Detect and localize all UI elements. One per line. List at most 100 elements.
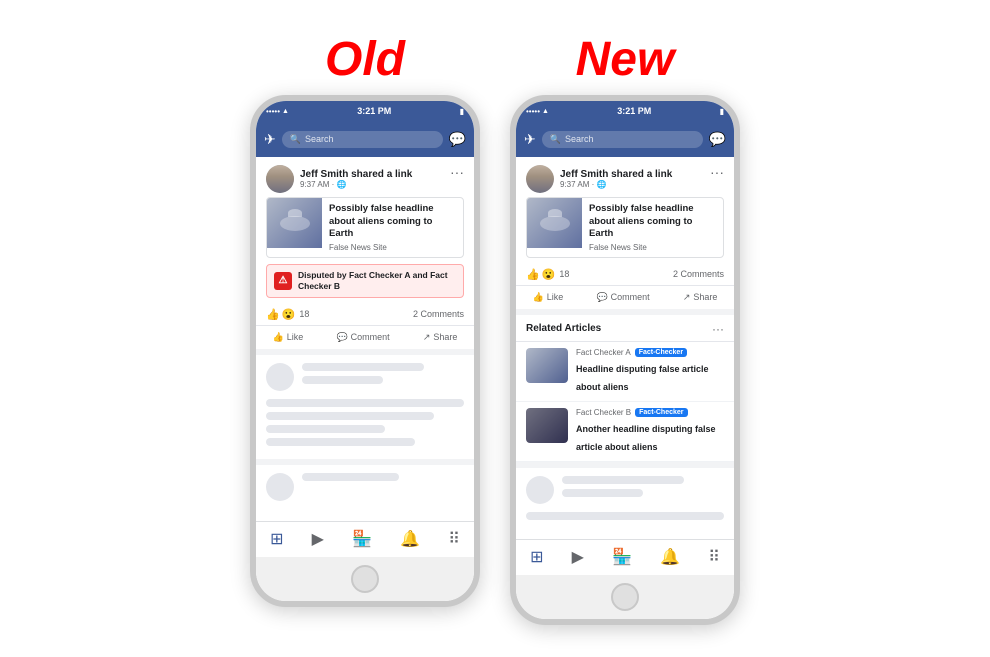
home-btn-area-old [256, 557, 474, 601]
signal-dots-new: ••••• [526, 107, 540, 116]
home-nav-icon-old[interactable]: ⊞ [270, 529, 283, 549]
comment-icon-old: 💬 [336, 332, 347, 343]
avatar-img-old [266, 165, 294, 193]
related-headline-1: Another headline disputing false article… [576, 424, 716, 452]
link-preview-old[interactable]: Possibly false headline about aliens com… [266, 197, 464, 257]
old-column: Old ••••• ▲ 3:21 PM ▮ ✈ 🔍 Sea [250, 32, 480, 606]
nav-bar-new: ✈ 🔍 Search 💬 [516, 121, 734, 157]
link-source-new: False News Site [589, 243, 716, 252]
status-left-old: ••••• ▲ [266, 107, 289, 116]
wifi-icon-new: ▲ [542, 108, 549, 115]
battery-new: ▮ [720, 107, 724, 116]
related-dots[interactable]: ··· [712, 322, 724, 336]
comments-count-new: 2 Comments [673, 269, 724, 279]
signal-dots-old: ••••• [266, 107, 280, 116]
status-left-new: ••••• ▲ [526, 107, 549, 116]
post-dots-old[interactable]: ··· [450, 165, 464, 179]
home-button-old[interactable] [351, 565, 379, 593]
warning-icon-old: ⚠ [274, 272, 292, 290]
placeholder-card-old [256, 355, 474, 459]
search-icon-old: 🔍 [290, 134, 301, 145]
comment-button-new[interactable]: 💬 Comment [590, 289, 655, 306]
share-label-old: Share [433, 332, 457, 342]
feed-old: Jeff Smith shared a link 9:37 AM · 🌐 ··· [256, 157, 474, 514]
avatar-new [526, 165, 554, 193]
store-nav-icon-new[interactable]: 🏪 [612, 547, 632, 567]
related-header: Related Articles ··· [516, 315, 734, 342]
like-emoji-new: 👍 [526, 268, 540, 281]
post-author-new: Jeff Smith shared a link [560, 169, 672, 180]
menu-nav-icon-new[interactable]: ⠿ [708, 547, 720, 567]
home-btn-area-new [516, 575, 734, 619]
like-label-new: Like [547, 292, 564, 302]
related-item-0[interactable]: Fact Checker A Fact-Checker Headline dis… [516, 342, 734, 402]
bell-nav-icon-old[interactable]: 🔔 [400, 529, 420, 549]
main-container: Old ••••• ▲ 3:21 PM ▮ ✈ 🔍 Sea [0, 12, 990, 644]
post-dots-new[interactable]: ··· [710, 165, 724, 179]
placeholder-card-new [516, 468, 734, 533]
share-button-old[interactable]: ↗ Share [417, 329, 464, 346]
home-nav-icon-new[interactable]: ⊞ [530, 547, 543, 567]
gray-content-old [256, 355, 474, 459]
related-meta-1: Fact Checker B Fact-Checker Another head… [576, 408, 724, 455]
bell-nav-icon-new[interactable]: 🔔 [660, 547, 680, 567]
reactions-row-old: 👍 😮 18 2 Comments [256, 304, 474, 326]
share-icon-old: ↗ [423, 332, 431, 343]
feed-new: Jeff Smith shared a link 9:37 AM · 🌐 ··· [516, 157, 734, 532]
search-bar-new[interactable]: 🔍 Search [542, 131, 703, 148]
gray-line-3-new [526, 512, 724, 520]
post-card-old: Jeff Smith shared a link 9:37 AM · 🌐 ··· [256, 157, 474, 348]
related-source-0: Fact Checker A [576, 348, 631, 357]
related-item-1[interactable]: Fact Checker B Fact-Checker Another head… [516, 402, 734, 462]
gray-content-2-old [256, 465, 474, 515]
bottom-nav-old: ⊞ ▶ 🏪 🔔 ⠿ [256, 521, 474, 557]
video-nav-icon-new[interactable]: ▶ [572, 547, 584, 567]
reaction-count-new: 18 [559, 269, 569, 279]
new-phone: ••••• ▲ 3:21 PM ▮ ✈ 🔍 Search 💬 [510, 95, 740, 624]
related-source-row-0: Fact Checker A Fact-Checker [576, 348, 724, 357]
post-header-old: Jeff Smith shared a link 9:37 AM · 🌐 ··· [256, 157, 474, 197]
video-nav-icon-old[interactable]: ▶ [312, 529, 324, 549]
home-button-new[interactable] [611, 583, 639, 611]
post-meta-old: Jeff Smith shared a link 9:37 AM · 🌐 [300, 169, 412, 189]
search-bar-old[interactable]: 🔍 Search [282, 131, 443, 148]
menu-nav-icon-old[interactable]: ⠿ [448, 529, 460, 549]
comment-button-old[interactable]: 💬 Comment [330, 329, 395, 346]
share-label-new: Share [693, 292, 717, 302]
gray-avatar-new [526, 476, 554, 504]
disputed-text-old: Disputed by Fact Checker A and Fact Chec… [298, 270, 456, 292]
post-header-left-new: Jeff Smith shared a link 9:37 AM · 🌐 [526, 165, 672, 193]
reaction-count-old: 18 [299, 309, 309, 319]
like-icon-new: 👍 [533, 292, 544, 303]
related-source-1: Fact Checker B [576, 408, 631, 417]
avatar-old [266, 165, 294, 193]
comments-count-old: 2 Comments [413, 309, 464, 319]
post-header-left-old: Jeff Smith shared a link 9:37 AM · 🌐 [266, 165, 412, 193]
link-title-new: Possibly false headline about aliens com… [589, 203, 716, 240]
comment-icon-new: 💬 [596, 292, 607, 303]
old-phone: ••••• ▲ 3:21 PM ▮ ✈ 🔍 Search 💬 [250, 95, 480, 606]
like-button-new[interactable]: 👍 Like [527, 289, 570, 306]
new-column: New ••••• ▲ 3:21 PM ▮ ✈ 🔍 Sea [510, 32, 740, 624]
gray-line-2-new [562, 489, 643, 497]
gray-line-6-old [266, 438, 415, 446]
related-title: Related Articles [526, 323, 601, 334]
search-placeholder-old: Search [305, 134, 334, 144]
link-preview-new[interactable]: Possibly false headline about aliens com… [526, 197, 724, 257]
disputed-banner-old: ⚠ Disputed by Fact Checker A and Fact Ch… [266, 264, 464, 298]
gray-line-2-old [302, 376, 383, 384]
messenger-send-icon-old[interactable]: ✈ [264, 131, 276, 148]
reactions-row-new: 👍 😮 18 2 Comments [516, 264, 734, 286]
store-nav-icon-old[interactable]: 🏪 [352, 529, 372, 549]
old-label: Old [325, 32, 405, 87]
messenger-send-icon-new[interactable]: ✈ [524, 131, 536, 148]
post-time-new: 9:37 AM · 🌐 [560, 180, 672, 189]
messenger-icon-new[interactable]: 💬 [709, 131, 726, 148]
new-label: New [576, 32, 675, 87]
like-button-old[interactable]: 👍 Like [267, 329, 310, 346]
messenger-icon-old[interactable]: 💬 [449, 131, 466, 148]
fact-checker-badge-1: Fact-Checker [635, 408, 687, 417]
share-button-new[interactable]: ↗ Share [677, 289, 724, 306]
post-card-new: Jeff Smith shared a link 9:37 AM · 🌐 ··· [516, 157, 734, 308]
link-thumb-new [527, 198, 582, 248]
